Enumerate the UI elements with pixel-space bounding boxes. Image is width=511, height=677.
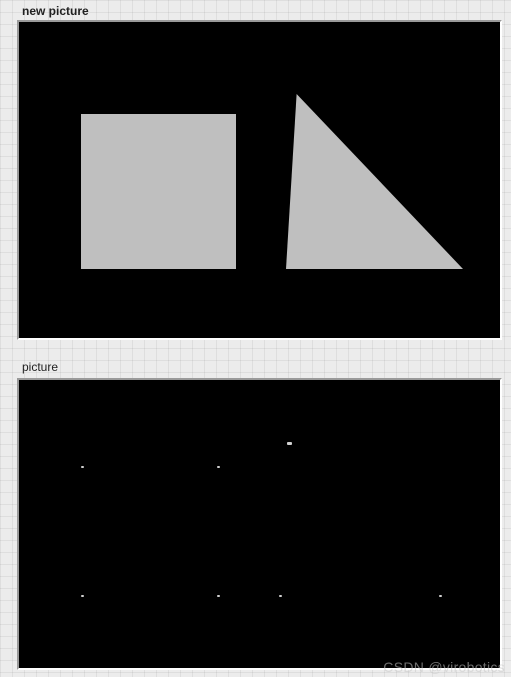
feature-point bbox=[81, 595, 84, 597]
image-display-picture[interactable] bbox=[17, 378, 502, 670]
panel-label-picture: picture bbox=[22, 360, 58, 374]
feature-point bbox=[81, 466, 84, 468]
feature-point bbox=[279, 595, 282, 597]
canvas-content-bottom bbox=[19, 380, 500, 668]
feature-point bbox=[217, 595, 220, 597]
feature-point bbox=[287, 442, 292, 445]
square-shape bbox=[81, 114, 236, 269]
panel-label-new-picture: new picture bbox=[22, 4, 89, 18]
feature-point bbox=[217, 466, 220, 468]
image-display-new-picture[interactable] bbox=[17, 20, 502, 340]
triangle-shape bbox=[286, 94, 463, 269]
feature-point bbox=[439, 595, 442, 597]
canvas-content-top bbox=[19, 22, 500, 338]
